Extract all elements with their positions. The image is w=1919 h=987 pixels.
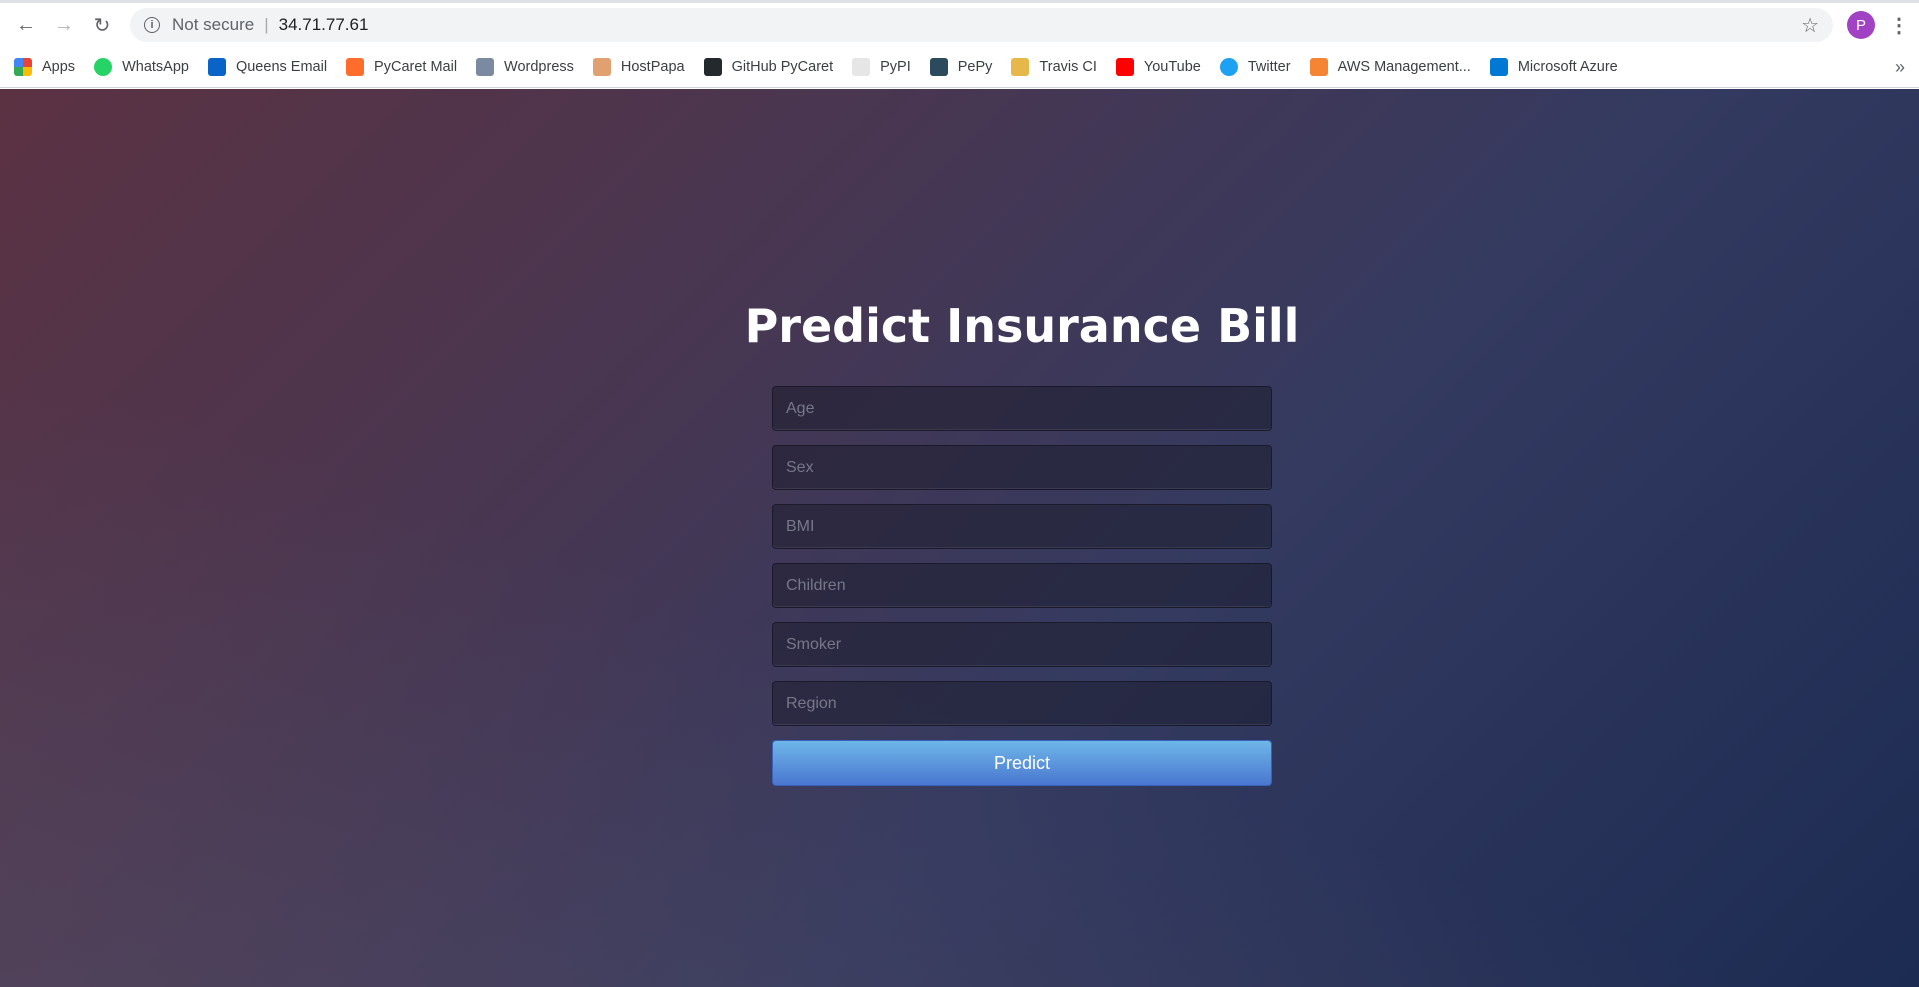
bookmark-label: Twitter <box>1247 59 1291 75</box>
bookmark-github-pycaret[interactable]: GitHub PyCaret <box>703 58 834 76</box>
prediction-form: Predict Insurance Bill Predict <box>745 299 1299 786</box>
azure-icon <box>1489 58 1508 76</box>
region-input[interactable] <box>772 681 1272 726</box>
bookmark-label: WhatsApp <box>122 59 189 75</box>
travis-icon <box>1011 58 1030 76</box>
bookmark-label: Travis CI <box>1039 59 1097 75</box>
bookmark-star-icon[interactable]: ☆ <box>1801 13 1819 38</box>
address-bar[interactable]: i Not secure | 34.71.77.61 ☆ <box>130 8 1833 42</box>
bookmark-label: YouTube <box>1143 59 1201 75</box>
bookmark-label: GitHub PyCaret <box>731 59 834 75</box>
age-input[interactable] <box>772 386 1272 431</box>
bookmark-label: HostPapa <box>620 59 685 75</box>
pypi-icon <box>852 58 871 76</box>
bookmark-wordpress[interactable]: Wordpress <box>476 58 574 76</box>
bookmark-label: Apps <box>42 59 76 75</box>
pepy-icon <box>929 58 948 76</box>
bookmark-label: Microsoft Azure <box>1517 59 1618 75</box>
more-bookmarks-icon[interactable]: » <box>1895 57 1905 78</box>
page-background: Predict Insurance Bill Predict <box>0 89 1919 987</box>
url-text[interactable]: 34.71.77.61 <box>279 15 369 35</box>
bmi-input[interactable] <box>772 504 1272 549</box>
apps-grid-icon <box>14 58 32 76</box>
cpanel-icon <box>346 58 365 76</box>
predict-button[interactable]: Predict <box>772 740 1272 786</box>
security-label: Not secure <box>172 15 255 34</box>
back-icon[interactable]: ← <box>10 9 42 41</box>
bookmark-pycaret-mail[interactable]: PyCaret Mail <box>346 58 457 76</box>
bookmark-whatsapp[interactable]: WhatsApp <box>94 58 189 76</box>
bookmark-label: Queens Email <box>235 59 328 75</box>
smoker-input[interactable] <box>772 622 1272 667</box>
bookmark-queens-email[interactable]: Queens Email <box>207 58 328 76</box>
bookmark-label: AWS Management... <box>1337 59 1471 75</box>
outlook-icon <box>207 58 226 76</box>
bookmark-twitter[interactable]: Twitter <box>1219 58 1291 76</box>
divider: | <box>264 15 269 34</box>
bookmark-pepy[interactable]: PePy <box>929 58 993 76</box>
sex-input[interactable] <box>772 445 1272 490</box>
whatsapp-icon <box>94 58 113 76</box>
bookmark-label: Wordpress <box>504 59 574 75</box>
profile-avatar[interactable]: P <box>1847 11 1875 39</box>
kebab-menu-icon[interactable]: ⋮ <box>1889 13 1909 38</box>
page-title: Predict Insurance Bill <box>744 299 1300 353</box>
browser-toolbar: ← → ↻ i Not secure | 34.71.77.61 ☆ P ⋮ <box>0 3 1919 47</box>
bookmark-label: PyCaret Mail <box>374 59 458 75</box>
youtube-icon <box>1115 58 1134 76</box>
bookmarks-bar: Apps WhatsApp Queens Email PyCaret Mail Word… <box>0 47 1919 88</box>
forward-icon[interactable]: → <box>48 9 80 41</box>
bookmark-hostpapa[interactable]: HostPapa <box>592 58 685 76</box>
children-input[interactable] <box>772 563 1272 608</box>
bookmark-pypi[interactable]: PyPI <box>852 58 911 76</box>
github-icon <box>703 58 722 76</box>
bookmark-microsoft-azure[interactable]: Microsoft Azure <box>1489 58 1618 76</box>
bookmark-label: PyPI <box>880 59 911 75</box>
bookmark-travis-ci[interactable]: Travis CI <box>1011 58 1097 76</box>
reload-icon[interactable]: ↻ <box>86 9 118 41</box>
info-icon[interactable]: i <box>144 17 160 33</box>
wordpress-icon <box>476 58 495 76</box>
aws-icon <box>1309 58 1328 76</box>
bookmark-aws-management[interactable]: AWS Management... <box>1309 58 1471 76</box>
twitter-icon <box>1219 58 1238 76</box>
bookmark-apps[interactable]: Apps <box>14 58 75 76</box>
hostpapa-icon <box>592 58 611 76</box>
bookmark-youtube[interactable]: YouTube <box>1115 58 1201 76</box>
bookmark-label: PePy <box>957 59 993 75</box>
